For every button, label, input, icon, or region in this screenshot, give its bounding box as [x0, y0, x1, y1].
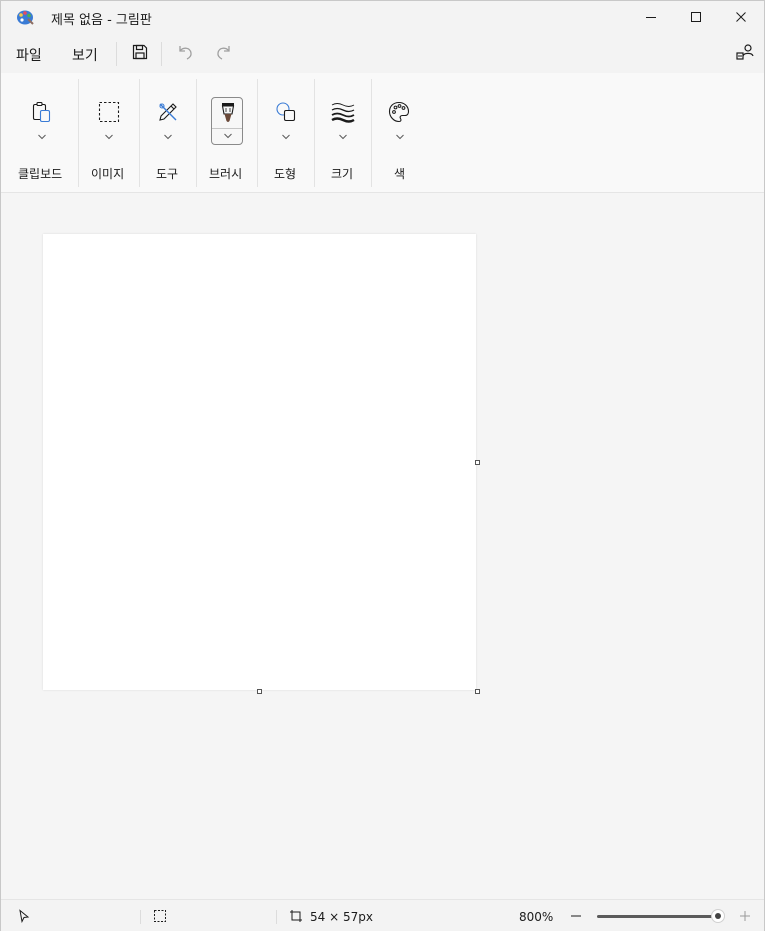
chevron-down-icon: [339, 134, 347, 140]
minimize-icon: [646, 17, 656, 18]
menu-divider: [116, 42, 117, 66]
zoom-slider-thumb[interactable]: [711, 909, 725, 923]
undo-icon[interactable]: [175, 42, 195, 62]
zoom-slider-track[interactable]: [597, 915, 718, 918]
stroke-size-icon: [331, 103, 355, 123]
menu-divider: [161, 42, 162, 66]
pencil-icon: [159, 103, 177, 121]
canvas-size-icon: [290, 910, 302, 922]
group-label-brushes: 브러시: [209, 167, 243, 181]
zoom-level-text[interactable]: 800%: [519, 910, 553, 924]
clipboard-icon: [32, 101, 51, 123]
palette-icon: [388, 101, 410, 123]
close-button[interactable]: [718, 1, 764, 33]
group-label-shapes: 도형: [274, 167, 297, 181]
menu-file[interactable]: 파일: [16, 45, 42, 65]
paint-window: 제목 없음 - 그림판 파일 보기 클립보드 이미지 도구 브러시 도형 크기 …: [0, 0, 765, 931]
chevron-down-icon: [164, 134, 172, 140]
window-title: 제목 없음 - 그림판: [51, 13, 152, 28]
brush-button-divider: [212, 128, 242, 129]
group-label-tools: 도구: [156, 167, 179, 181]
ribbon: 클립보드 이미지 도구 브러시 도형 크기 색: [1, 73, 764, 193]
resize-handle-right[interactable]: [475, 460, 480, 465]
chevron-down-icon: [282, 134, 290, 140]
brush-button-selected[interactable]: [211, 97, 243, 145]
title-bar: 제목 없음 - 그림판: [1, 1, 764, 33]
canvas-size-text: 54 × 57px: [310, 910, 373, 924]
resize-handle-corner[interactable]: [475, 689, 480, 694]
drawing-canvas[interactable]: [43, 234, 476, 690]
chevron-down-icon: [38, 134, 46, 140]
group-label-size: 크기: [331, 167, 354, 181]
group-tools[interactable]: 도구: [140, 73, 197, 185]
minimize-button[interactable]: [628, 1, 674, 33]
brush-icon: [221, 103, 235, 122]
group-image[interactable]: 이미지: [79, 73, 139, 185]
pointer-icon: [19, 909, 30, 923]
account-icon[interactable]: [735, 42, 755, 62]
group-shapes[interactable]: 도형: [258, 73, 315, 185]
group-size[interactable]: 크기: [315, 73, 371, 185]
group-label-colors: 색: [394, 167, 406, 181]
group-colors[interactable]: 색: [372, 73, 428, 185]
save-icon[interactable]: [130, 42, 150, 62]
paint-palette-icon: [17, 10, 34, 25]
group-label-image: 이미지: [91, 167, 125, 181]
close-icon: [736, 12, 746, 22]
status-divider: [140, 910, 141, 924]
shapes-icon: [276, 102, 296, 122]
maximize-button[interactable]: [673, 1, 719, 33]
zoom-in-icon[interactable]: [738, 909, 752, 923]
zoom-out-icon[interactable]: [569, 909, 583, 923]
zoom-slider-thumb-center: [715, 913, 721, 919]
status-divider: [276, 910, 277, 924]
selection-icon: [154, 910, 166, 922]
resize-handle-bottom[interactable]: [257, 689, 262, 694]
menu-view[interactable]: 보기: [72, 45, 98, 65]
maximize-icon: [691, 12, 701, 22]
group-label-clipboard: 클립보드: [18, 167, 63, 181]
status-bar: 54 × 57px 800%: [1, 899, 764, 931]
select-rectangle-icon: [98, 101, 120, 123]
chevron-down-icon: [396, 134, 404, 140]
canvas-workspace[interactable]: [1, 193, 764, 899]
group-clipboard[interactable]: 클립보드: [1, 73, 78, 185]
chevron-down-icon: [224, 133, 232, 139]
redo-icon[interactable]: [214, 42, 234, 62]
chevron-down-icon: [105, 134, 113, 140]
